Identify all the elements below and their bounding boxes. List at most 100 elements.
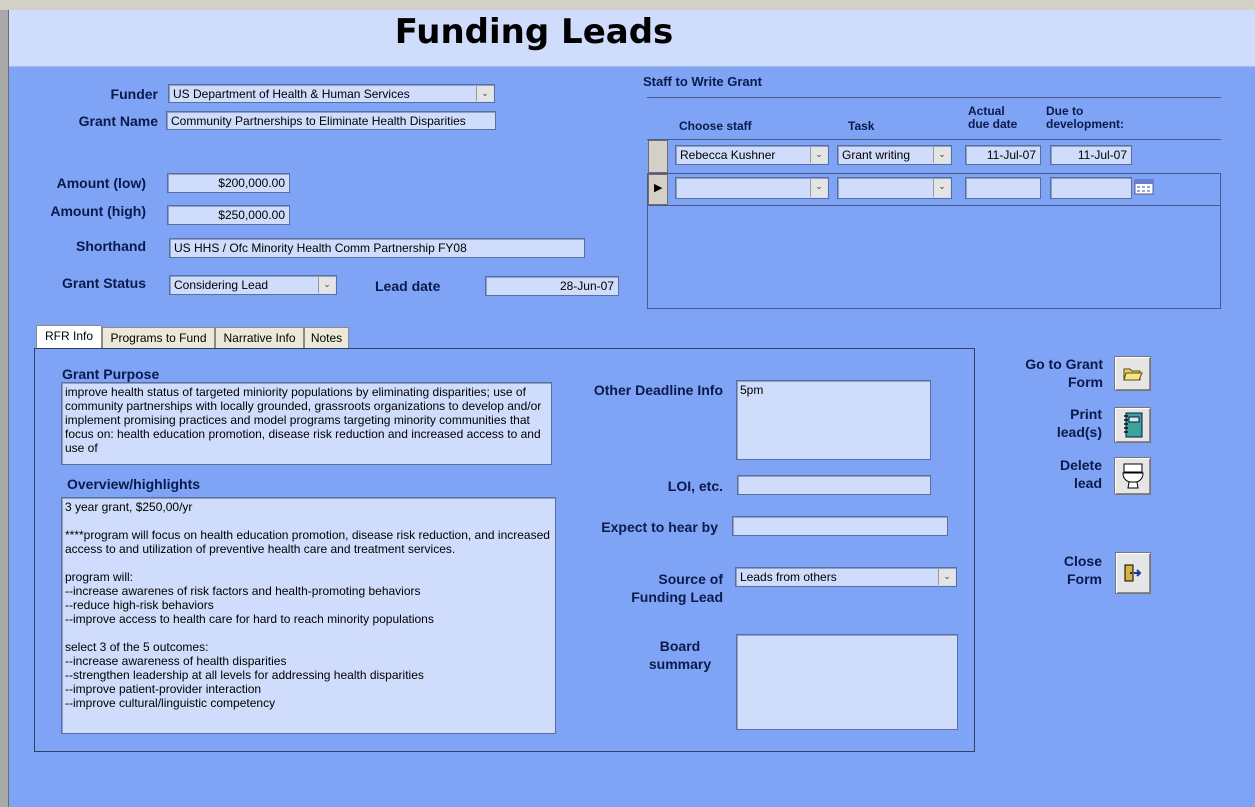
col-due-development: Due to development: <box>1046 105 1124 131</box>
staff-value: Rebecca Kushner <box>680 148 776 162</box>
tab-notes[interactable]: Notes <box>304 327 349 349</box>
grant-status-label: Grant Status <box>61 275 146 291</box>
calendar-icon[interactable] <box>1134 178 1156 196</box>
row-selector-new[interactable]: ▶ <box>648 174 668 205</box>
delete-label-line1: Delete <box>1059 457 1102 473</box>
actual-due-field[interactable]: 11-Jul-07 <box>965 145 1041 165</box>
tab-rfr-info[interactable]: RFR Info <box>36 325 102 349</box>
chevron-down-icon[interactable]: ⌄ <box>318 277 335 293</box>
overview-line: 3 year grant, $250,00/yr <box>65 500 193 514</box>
grant-name-field[interactable]: Community Partnerships to Eliminate Heal… <box>166 111 496 130</box>
chevron-down-icon[interactable]: ⌄ <box>933 179 950 197</box>
chevron-down-icon[interactable]: ⌄ <box>810 147 827 163</box>
staff-combo[interactable]: Rebecca Kushner ⌄ <box>675 145 829 165</box>
amount-high-label: Amount (high) <box>50 203 146 219</box>
col-task: Task <box>848 119 875 133</box>
overview-line: --reduce high-risk behaviors <box>65 598 214 612</box>
overview-line: select 3 of the 5 outcomes: <box>65 640 209 654</box>
task-value: Grant writing <box>842 148 911 162</box>
chevron-down-icon[interactable]: ⌄ <box>476 86 493 101</box>
grant-name-label: Grant Name <box>78 113 158 129</box>
staff-heading: Staff to Write Grant <box>643 74 762 89</box>
overview-line <box>65 626 552 640</box>
task-combo[interactable]: Grant writing ⌄ <box>837 145 952 165</box>
record-selector-bar <box>0 10 9 807</box>
funder-combo[interactable]: US Department of Health & Human Services… <box>168 84 495 103</box>
overview-line <box>65 556 552 570</box>
toilet-icon <box>1121 463 1144 489</box>
expect-hear-field[interactable] <box>732 516 948 536</box>
overview-line: --strengthen leadership at all levels fo… <box>65 668 424 682</box>
overview-textarea[interactable]: 3 year grant, $250,00/yr ****program wil… <box>61 497 556 734</box>
due-development-field[interactable]: 11-Jul-07 <box>1050 145 1132 165</box>
tab-programs-to-fund[interactable]: Programs to Fund <box>102 327 215 349</box>
close-label-line1: Close <box>1063 553 1102 569</box>
chevron-down-icon[interactable]: ⌄ <box>810 179 827 197</box>
source-label-line2: Funding Lead <box>631 589 723 605</box>
overview-line <box>65 514 552 528</box>
lead-date-field[interactable]: 28-Jun-07 <box>485 276 619 296</box>
board-summary-field[interactable] <box>736 634 958 730</box>
amount-low-label: Amount (low) <box>56 175 146 191</box>
col-due-line2: development: <box>1046 117 1125 131</box>
folder-open-icon <box>1122 368 1143 380</box>
row-selector[interactable] <box>648 140 668 173</box>
go-to-grant-label: Go to Grant Form <box>1000 355 1103 391</box>
loi-field[interactable] <box>737 475 931 495</box>
board-summary-label: Board summary <box>640 637 720 673</box>
delete-label-line2: lead <box>1073 475 1102 491</box>
overview-line: --improve access to health care for hard… <box>65 612 434 626</box>
form-title: Funding Leads <box>394 12 674 52</box>
print-lead-label: Print lead(s) <box>1010 405 1102 441</box>
col-actual-due: Actual due date <box>968 105 1017 131</box>
other-deadline-field[interactable]: 5pm <box>736 380 931 460</box>
overview-line: --increase awareness of health dispariti… <box>65 654 287 668</box>
overview-line: --increase awarenes of risk factors and … <box>65 584 421 598</box>
grant-status-combo[interactable]: Considering Lead ⌄ <box>169 275 337 295</box>
task-combo-new[interactable]: ⌄ <box>837 177 952 199</box>
due-development-field-new[interactable] <box>1050 177 1132 199</box>
lead-date-label: Lead date <box>375 278 441 294</box>
source-combo[interactable]: Leads from others ⌄ <box>735 567 957 587</box>
chevron-down-icon[interactable]: ⌄ <box>938 569 955 585</box>
shorthand-field[interactable]: US HHS / Ofc Minority Health Comm Partne… <box>169 238 585 258</box>
grant-purpose-textarea[interactable]: improve health status of targeted minior… <box>61 382 552 465</box>
go-label-line1: Go to Grant <box>1025 356 1103 372</box>
staff-combo-new[interactable]: ⌄ <box>675 177 829 199</box>
source-label-line1: Source of <box>658 571 723 587</box>
grant-purpose-label: Grant Purpose <box>62 366 160 382</box>
go-to-grant-button[interactable] <box>1114 356 1151 391</box>
overview-line: program will: <box>65 570 134 584</box>
close-label-line2: Form <box>1067 571 1102 587</box>
shorthand-label: Shorthand <box>76 238 146 254</box>
other-deadline-label: Other Deadline Info <box>593 382 723 398</box>
col-actual-line2: due date <box>968 117 1018 131</box>
print-lead-button[interactable] <box>1114 407 1151 443</box>
notebook-icon <box>1123 412 1142 438</box>
chevron-down-icon[interactable]: ⌄ <box>933 147 950 163</box>
door-exit-icon <box>1124 564 1142 582</box>
delete-lead-label: Delete lead <box>1010 456 1102 492</box>
delete-lead-button[interactable] <box>1114 457 1151 495</box>
actual-due-field-new[interactable] <box>965 177 1041 199</box>
loi-label: LOI, etc. <box>667 478 723 494</box>
tab-narrative-info[interactable]: Narrative Info <box>215 327 304 349</box>
source-value: Leads from others <box>740 570 837 584</box>
print-label-line1: Print <box>1070 406 1102 422</box>
board-label-line1: Board <box>659 638 701 654</box>
print-label-line2: lead(s) <box>1056 424 1102 440</box>
grant-status-value: Considering Lead <box>174 278 269 292</box>
source-label: Source of Funding Lead <box>560 570 723 606</box>
amount-low-field[interactable]: $200,000.00 <box>167 173 290 193</box>
amount-high-field[interactable]: $250,000.00 <box>167 205 290 225</box>
board-label-line2: summary <box>648 656 712 672</box>
overview-label: Overview/highlights <box>67 476 201 492</box>
expect-hear-label: Expect to hear by <box>601 519 718 535</box>
funder-label: Funder <box>110 86 158 102</box>
overview-line: --improve cultural/linguistic competency <box>65 696 276 710</box>
col-choose-staff: Choose staff <box>679 119 752 133</box>
overview-line: ****program will focus on health educati… <box>65 528 550 556</box>
close-form-button[interactable] <box>1115 552 1151 594</box>
funder-value: US Department of Health & Human Services <box>173 87 410 101</box>
close-form-label: Close Form <box>1010 552 1102 588</box>
